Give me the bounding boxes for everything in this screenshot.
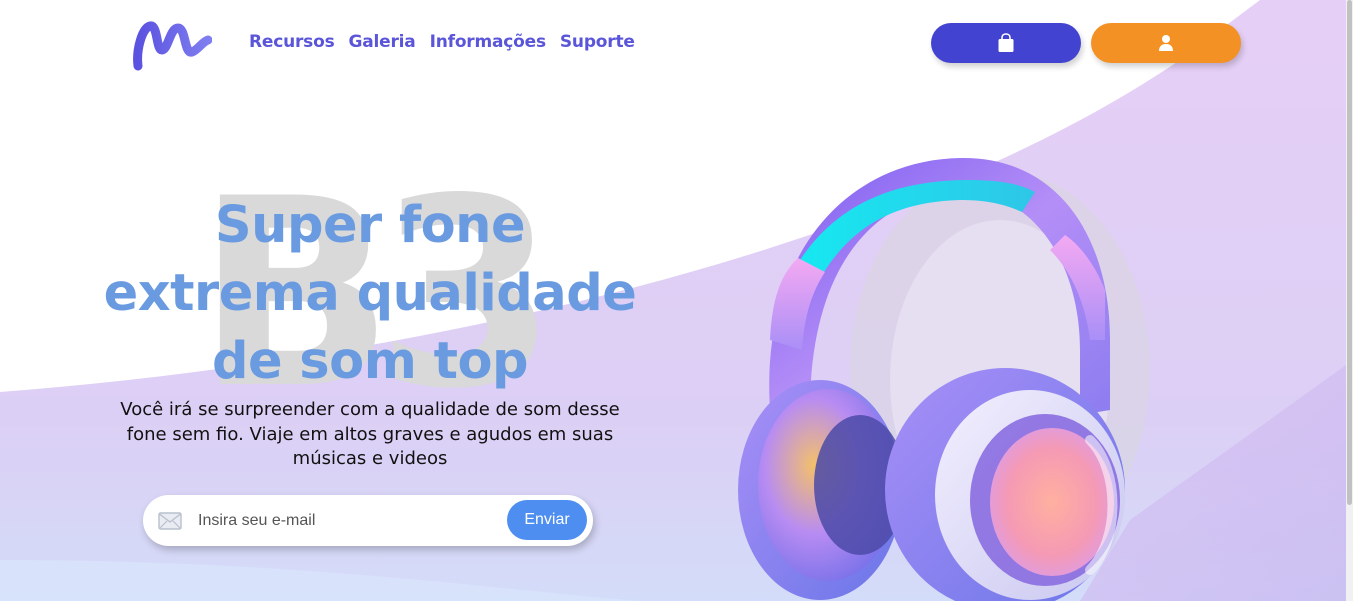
nav-link-recursos[interactable]: Recursos: [249, 32, 335, 52]
user-icon: [1159, 35, 1173, 51]
send-button[interactable]: Enviar: [507, 500, 587, 540]
site-header: Recursos Galeria Informações Suporte: [0, 0, 1353, 90]
nav-link-informacoes[interactable]: Informações: [430, 32, 546, 52]
nav-link-galeria[interactable]: Galeria: [349, 32, 416, 52]
brand-logo[interactable]: [132, 20, 212, 72]
nav-link-suporte[interactable]: Suporte: [560, 32, 635, 52]
hero-title-line-1: Super fone: [214, 196, 526, 255]
subscribe-form: Enviar: [143, 495, 593, 546]
mail-icon: [158, 512, 182, 530]
headphones-image: [738, 157, 1150, 601]
cart-button[interactable]: [931, 23, 1081, 63]
hero-title: Super fone extrema qualidade de som top: [90, 192, 650, 396]
scrollbar-thumb[interactable]: [1347, 0, 1352, 505]
main-nav: Recursos Galeria Informações Suporte: [249, 32, 635, 52]
shopping-bag-icon: [998, 33, 1014, 52]
hero-title-line-3: de som top: [211, 332, 529, 391]
user-button[interactable]: [1091, 23, 1241, 63]
hero-title-line-2: extrema qualidade: [103, 264, 637, 323]
hero-description: Você irá se surpreender com a qualidade …: [120, 399, 620, 469]
email-field[interactable]: [198, 505, 498, 536]
